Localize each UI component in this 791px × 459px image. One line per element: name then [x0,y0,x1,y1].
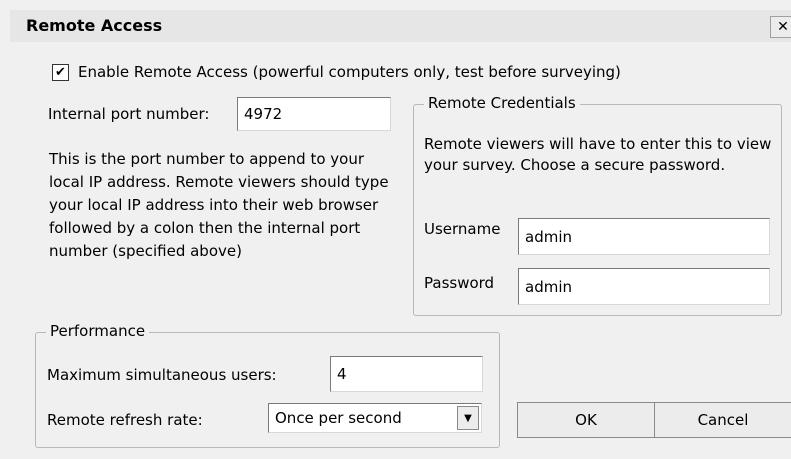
ok-button[interactable]: OK [517,402,655,438]
enable-remote-access-label: Enable Remote Access (powerful computers… [78,63,621,81]
max-users-label: Maximum simultaneous users: [47,366,277,384]
refresh-rate-label: Remote refresh rate: [47,411,203,429]
cancel-button[interactable]: Cancel [654,402,791,438]
username-input-value: admin [525,227,572,246]
port-label: Internal port number: [48,105,210,123]
max-users-input[interactable]: 4 [330,356,483,392]
close-icon: ✕ [777,19,789,35]
username-label: Username [424,220,501,238]
close-button[interactable]: ✕ [770,16,791,38]
refresh-rate-value: Once per second [275,409,402,427]
dialog-title: Remote Access [26,16,163,35]
title-bar: Remote Access ✕ [10,10,791,42]
refresh-rate-select[interactable]: Once per second ▼ [268,403,482,433]
credentials-info: Remote viewers will have to enter this t… [424,135,772,174]
password-input-value: admin [525,277,572,296]
max-users-input-value: 4 [337,365,347,383]
remote-credentials-legend: Remote Credentials [424,94,580,112]
chevron-down-icon[interactable]: ▼ [457,406,479,430]
port-description: This is the port number to append to you… [49,150,389,260]
remote-access-dialog: Remote Access ✕ ✔ Enable Remote Access (… [0,0,791,459]
port-input-value: 4972 [244,105,283,123]
port-input[interactable]: 4972 [237,97,391,131]
password-input[interactable]: admin [518,268,770,305]
username-input[interactable]: admin [518,218,770,255]
enable-remote-access-checkbox[interactable]: ✔ [52,64,69,81]
checkmark-icon: ✔ [55,65,66,80]
performance-legend: Performance [46,322,150,340]
password-label: Password [424,274,495,292]
